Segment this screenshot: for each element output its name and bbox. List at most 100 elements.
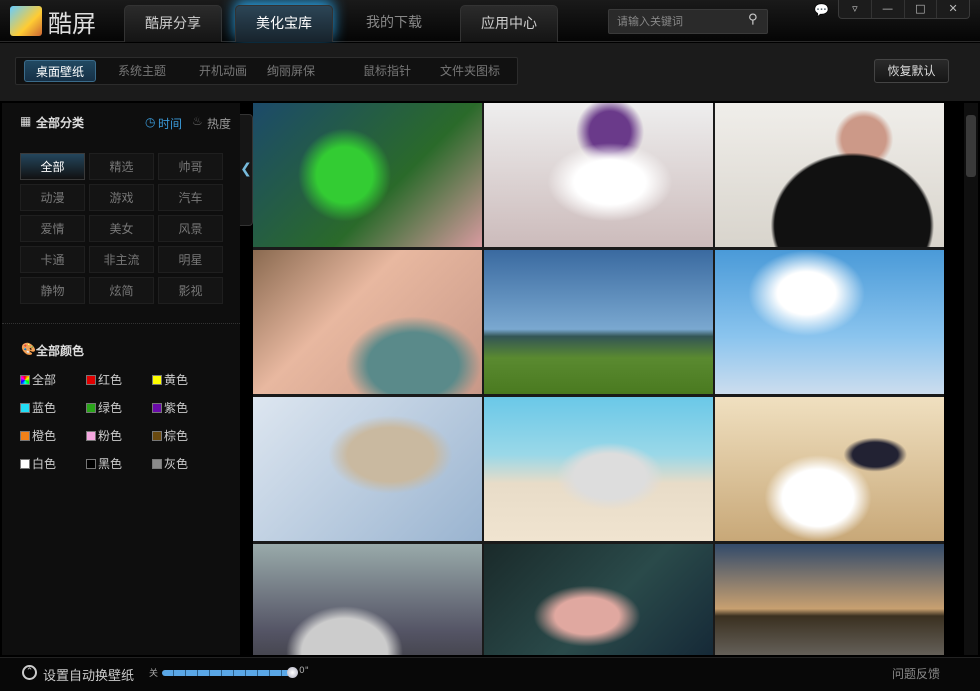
color-swatch-icon [86, 430, 96, 441]
tab-library[interactable]: 美化宝库 [235, 5, 333, 42]
category-item[interactable]: 游戏 [89, 184, 154, 211]
maximize-icon[interactable]: □ [903, 0, 937, 18]
subtab-theme[interactable]: 系统主题 [108, 60, 176, 82]
slider-value: 0" [299, 666, 309, 676]
chevron-up-circle-icon[interactable]: ⌃ [22, 665, 37, 680]
feedback-link[interactable]: 问题反馈 [892, 665, 940, 682]
category-item[interactable]: 动漫 [20, 184, 85, 211]
category-item[interactable]: 炫简 [89, 277, 154, 304]
color-swatch-icon [152, 430, 162, 441]
wallpaper-thumbnail[interactable] [715, 103, 944, 247]
category-item[interactable]: 精选 [89, 153, 154, 180]
color-filter[interactable]: 白色 [20, 455, 56, 472]
search-icon[interactable]: ⚲ [748, 12, 758, 27]
wallpaper-thumbnail[interactable] [253, 544, 482, 655]
color-label: 黄色 [164, 373, 189, 387]
category-item[interactable]: 静物 [20, 277, 85, 304]
color-filter[interactable]: 粉色 [86, 427, 122, 444]
color-swatch-icon [20, 402, 30, 413]
reset-default-button[interactable]: 恢复默认 [874, 59, 949, 83]
wallpaper-thumbnail[interactable] [484, 103, 713, 247]
color-label: 绿色 [98, 401, 123, 415]
category-item[interactable]: 卡通 [20, 246, 85, 273]
color-filter[interactable]: 红色 [86, 371, 122, 388]
auto-change-label[interactable]: 设置自动换壁纸 [43, 665, 134, 684]
collapse-sidebar-chevron-icon[interactable]: ❮ [240, 114, 253, 226]
subtab-wallpaper[interactable]: 桌面壁纸 [24, 60, 96, 82]
palette-icon: 🎨 [21, 342, 36, 356]
wallpaper-thumbnail[interactable] [715, 397, 944, 541]
color-swatch-icon [20, 374, 30, 385]
category-item[interactable]: 明星 [158, 246, 223, 273]
wallpaper-thumbnail[interactable] [484, 397, 713, 541]
color-filter[interactable]: 全部 [20, 371, 56, 388]
color-label: 白色 [32, 457, 57, 471]
color-label: 灰色 [164, 457, 189, 471]
category-title: 全部分类 [36, 116, 85, 130]
divider [2, 323, 240, 324]
color-filter[interactable]: 绿色 [86, 399, 122, 416]
scrollbar-thumb[interactable] [966, 115, 976, 177]
color-swatch-icon [152, 402, 162, 413]
color-filter[interactable]: 棕色 [152, 427, 188, 444]
color-label: 红色 [98, 373, 123, 387]
clock-icon: ◷ [145, 115, 156, 129]
tab-downloads[interactable]: 我的下载 [345, 5, 443, 42]
color-filter[interactable]: 黑色 [86, 455, 122, 472]
category-item[interactable]: 影视 [158, 277, 223, 304]
wallpaper-thumbnail[interactable] [484, 250, 713, 394]
color-filter[interactable]: 灰色 [152, 455, 188, 472]
category-item[interactable]: 美女 [89, 215, 154, 242]
window-controls: ▿ — □ ✕ [838, 0, 970, 19]
menu-dropdown-icon[interactable]: ▿ [839, 0, 871, 18]
close-icon[interactable]: ✕ [936, 0, 969, 18]
color-label: 紫色 [164, 401, 189, 415]
feedback-chat-icon[interactable]: 💬 [814, 3, 829, 17]
color-label: 黑色 [98, 457, 123, 471]
color-label: 全部 [32, 373, 57, 387]
flame-icon: ♨ [192, 114, 203, 128]
sort-hot[interactable]: 热度 [207, 115, 231, 132]
sort-time[interactable]: 时间 [158, 115, 182, 132]
color-swatch-icon [20, 458, 30, 469]
subtab-folder-icon[interactable]: 文件夹图标 [432, 60, 508, 82]
wallpaper-thumbnail[interactable] [484, 544, 713, 655]
tab-share[interactable]: 酷屏分享 [124, 5, 222, 42]
color-filter[interactable]: 橙色 [20, 427, 56, 444]
color-swatch-icon [86, 374, 96, 385]
subtab-boot-animation[interactable]: 开机动画 [189, 60, 257, 82]
color-filter[interactable]: 黄色 [152, 371, 188, 388]
color-swatch-icon [152, 374, 162, 385]
wallpaper-thumbnail[interactable] [253, 250, 482, 394]
color-label: 粉色 [98, 429, 123, 443]
category-item[interactable]: 风景 [158, 215, 223, 242]
color-swatch-icon [86, 402, 96, 413]
color-swatch-icon [152, 458, 162, 469]
minimize-icon[interactable]: — [870, 0, 904, 18]
category-item[interactable]: 爱情 [20, 215, 85, 242]
category-item[interactable]: 非主流 [89, 246, 154, 273]
wallpaper-thumbnail[interactable] [715, 544, 944, 655]
wallpaper-thumbnail[interactable] [253, 397, 482, 541]
grid-icon: ▦ [20, 114, 32, 128]
color-filter[interactable]: 蓝色 [20, 399, 56, 416]
tab-app-center[interactable]: 应用中心 [460, 5, 558, 42]
subtab-screensaver[interactable]: 绚丽屏保 [257, 60, 325, 82]
wallpaper-thumbnail[interactable] [253, 103, 482, 247]
scrollbar[interactable] [964, 103, 978, 655]
search-input[interactable]: 请输入关键词 [608, 9, 768, 34]
subtab-cursor[interactable]: 鼠标指针 [353, 60, 421, 82]
color-swatch-icon [20, 430, 30, 441]
wallpaper-thumbnail[interactable] [715, 250, 944, 394]
color-title: 全部颜色 [36, 344, 85, 358]
slider-min-label: 关 [149, 669, 159, 679]
color-label: 蓝色 [32, 401, 57, 415]
slider-handle[interactable] [287, 667, 298, 678]
color-filter[interactable]: 紫色 [152, 399, 188, 416]
category-item[interactable]: 汽车 [158, 184, 223, 211]
color-label: 橙色 [32, 429, 57, 443]
category-item[interactable]: 全部 [20, 153, 85, 180]
app-name: 酷屏 [48, 10, 96, 38]
interval-slider[interactable] [162, 670, 294, 676]
category-item[interactable]: 帅哥 [158, 153, 223, 180]
